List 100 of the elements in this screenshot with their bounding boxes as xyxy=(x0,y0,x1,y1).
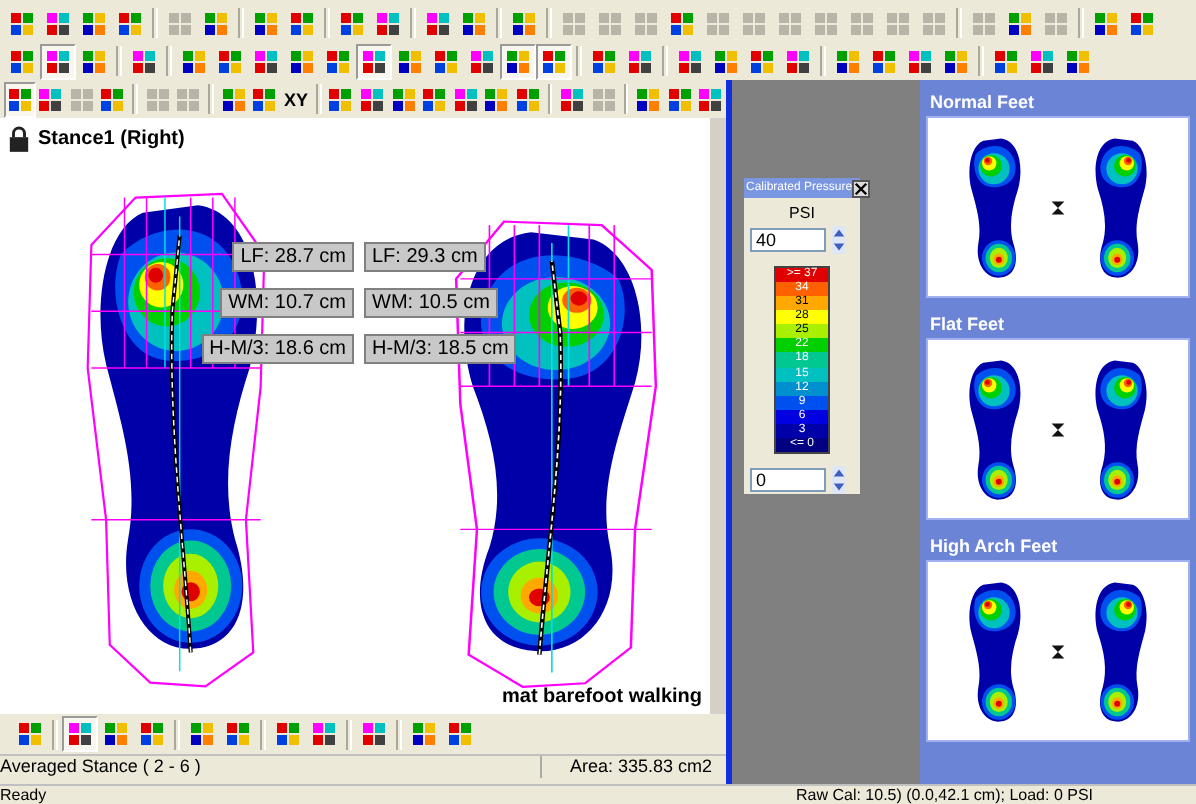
colored-squares-icon xyxy=(1066,49,1090,73)
colored-squares-icon xyxy=(82,49,106,73)
colored-squares-icon xyxy=(850,11,874,35)
foot-pressure-map-drawing xyxy=(964,357,1025,501)
colored-squares-icon xyxy=(226,722,250,746)
colored-squares-icon xyxy=(698,87,723,111)
colored-squares-icon xyxy=(190,722,214,746)
colored-squares-icon xyxy=(872,49,896,73)
colored-squares-icon xyxy=(453,87,478,111)
colored-squares-icon xyxy=(290,49,314,73)
toolbar-button[interactable] xyxy=(62,716,98,752)
colored-squares-icon xyxy=(742,11,766,35)
measurement-label: WM: 10.7 cm xyxy=(220,288,354,318)
colored-squares-icon xyxy=(886,11,910,35)
status-text: Averaged Stance ( 2 - 6 ) xyxy=(0,756,203,778)
panel-title: High Arch Feet xyxy=(928,534,1060,560)
colored-squares-icon xyxy=(254,49,278,73)
colored-squares-icon xyxy=(326,49,350,73)
colored-squares-icon xyxy=(140,722,164,746)
colored-squares-icon xyxy=(1044,11,1068,35)
colored-squares-icon xyxy=(506,49,530,73)
toolbar-button[interactable] xyxy=(4,81,36,117)
foot-pressure-map-drawing xyxy=(1091,579,1152,723)
colored-squares-icon xyxy=(448,722,472,746)
colored-squares-icon xyxy=(118,11,142,35)
measurement-label: LF: 29.3 cm xyxy=(364,242,486,272)
colored-squares-icon xyxy=(218,49,242,73)
close-button[interactable] xyxy=(852,179,871,197)
colored-squares-icon xyxy=(628,49,652,73)
colored-squares-icon xyxy=(778,11,802,35)
colored-squares-icon xyxy=(1030,49,1054,73)
colored-squares-icon xyxy=(391,87,415,111)
colored-squares-icon xyxy=(670,11,694,35)
colored-squares-icon xyxy=(100,87,125,111)
max-value-field[interactable]: 40 xyxy=(750,228,826,252)
colored-squares-icon xyxy=(814,11,838,35)
colored-squares-icon xyxy=(104,722,128,746)
colored-squares-icon xyxy=(38,87,63,111)
panel-title: Normal Feet xyxy=(928,90,1037,116)
colored-squares-icon xyxy=(412,722,436,746)
measurement-label: H-M/3: 18.6 cm xyxy=(201,334,354,364)
toolbar-button[interactable] xyxy=(536,43,572,79)
toolbar-button[interactable] xyxy=(500,43,536,79)
colored-squares-icon xyxy=(994,49,1018,73)
foot-pressure-map-drawing xyxy=(1091,357,1152,501)
colored-squares-icon xyxy=(922,11,946,35)
colored-squares-icon xyxy=(290,11,314,35)
colored-squares-icon xyxy=(1130,11,1154,35)
up-down-arrows-icon xyxy=(832,466,846,494)
colored-squares-icon xyxy=(634,11,658,35)
toolbar-button[interactable] xyxy=(40,43,76,79)
colored-squares-icon xyxy=(786,49,810,73)
colored-squares-icon xyxy=(46,11,70,35)
colored-squares-icon xyxy=(484,87,509,111)
colored-squares-icon xyxy=(10,11,34,35)
spin-buttons[interactable] xyxy=(832,466,846,494)
colored-squares-icon xyxy=(376,11,400,35)
colored-squares-icon xyxy=(82,11,106,35)
foot-pressure-map-drawing xyxy=(964,135,1025,279)
center-marker-icon xyxy=(1049,421,1066,437)
foot-pressure-map-drawing xyxy=(1091,135,1152,279)
colored-squares-icon xyxy=(542,49,566,73)
colored-squares-icon xyxy=(1094,11,1118,35)
colored-squares-icon xyxy=(944,49,968,73)
measurement-label: WM: 10.5 cm xyxy=(364,288,498,318)
colored-squares-icon xyxy=(252,87,277,111)
colored-squares-icon xyxy=(1008,11,1032,35)
colored-squares-icon xyxy=(422,87,447,111)
colored-squares-icon xyxy=(462,11,486,35)
panel-title: Flat Feet xyxy=(928,312,1007,338)
colored-squares-icon xyxy=(470,49,494,73)
colored-squares-icon xyxy=(254,11,278,35)
colored-squares-icon xyxy=(69,87,94,111)
colored-squares-icon xyxy=(168,11,192,35)
center-marker-icon xyxy=(1049,199,1066,215)
measurement-label: LF: 28.7 cm xyxy=(232,242,354,272)
colored-squares-icon xyxy=(591,87,616,111)
colored-squares-icon xyxy=(204,11,228,35)
colored-squares-icon xyxy=(560,87,585,111)
colored-squares-icon xyxy=(68,722,92,746)
view-title: Stance1 (Right) xyxy=(38,128,185,150)
colored-squares-icon xyxy=(678,49,702,73)
colored-squares-icon xyxy=(598,11,622,35)
spin-buttons[interactable] xyxy=(832,226,846,254)
colored-squares-icon xyxy=(182,49,206,73)
padlock-icon xyxy=(8,126,30,152)
colored-squares-icon xyxy=(10,49,34,73)
colored-squares-icon xyxy=(362,49,386,73)
colored-squares-icon xyxy=(426,11,450,35)
toolbar-button[interactable] xyxy=(356,43,392,79)
colored-squares-icon xyxy=(714,49,738,73)
colored-squares-icon xyxy=(176,87,201,111)
colored-squares-icon xyxy=(750,49,774,73)
colored-squares-icon xyxy=(359,87,384,111)
caption-text: mat barefoot walking xyxy=(501,686,702,708)
min-value-field[interactable]: 0 xyxy=(750,468,826,492)
unit-label: PSI xyxy=(789,204,815,222)
colored-squares-icon xyxy=(515,87,540,111)
measurement-label: H-M/3: 18.5 cm xyxy=(364,334,517,364)
colored-squares-icon xyxy=(362,722,386,746)
